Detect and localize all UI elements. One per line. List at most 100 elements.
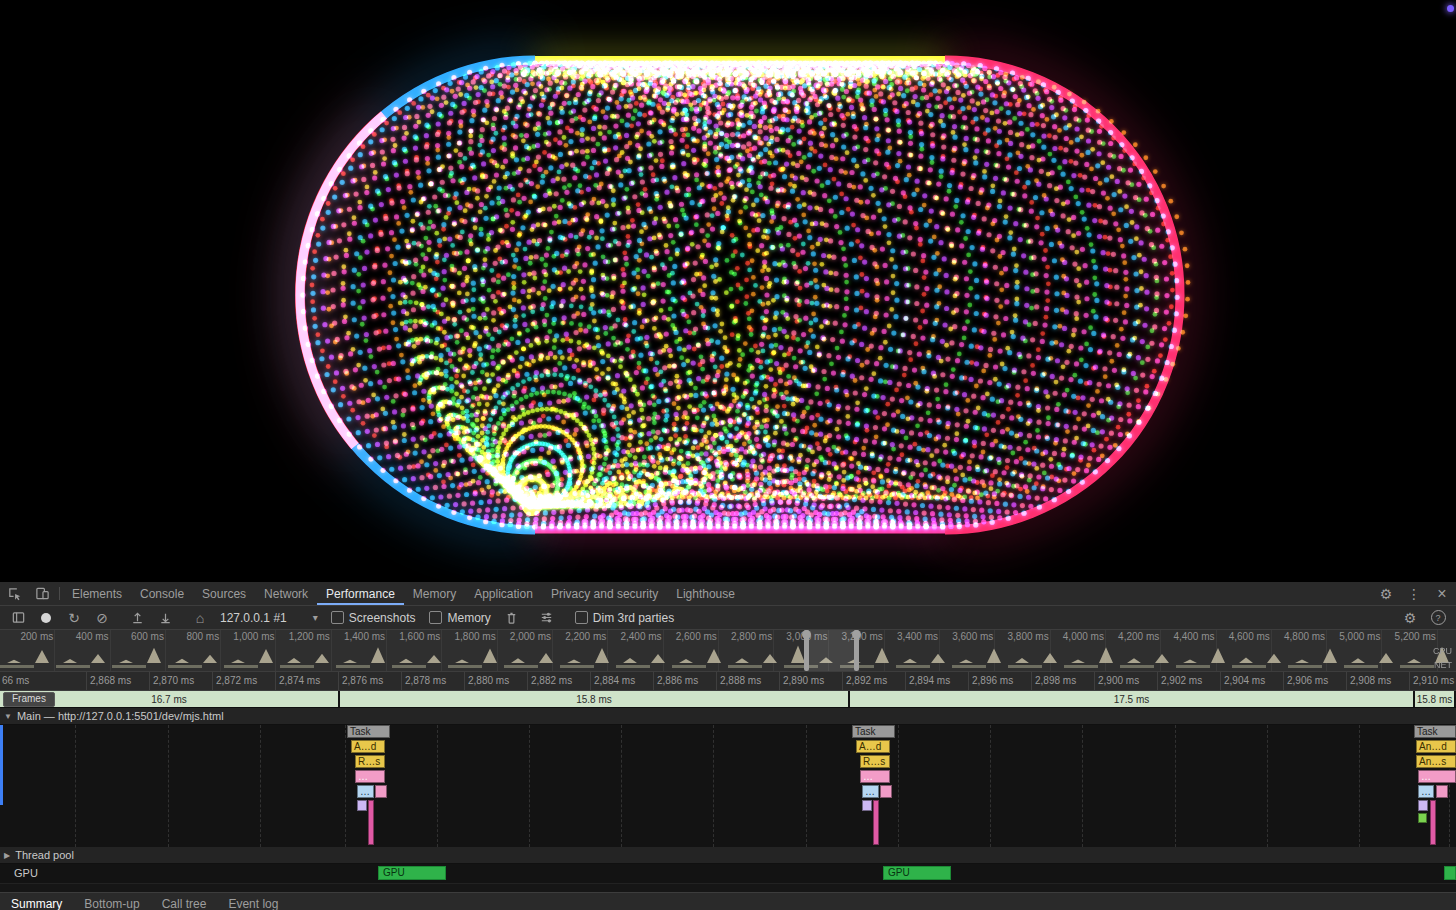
flame-task-block[interactable]: … bbox=[355, 770, 385, 783]
tab-event-log[interactable]: Event log bbox=[217, 893, 289, 910]
flame-task-block[interactable] bbox=[1436, 785, 1448, 798]
overview-tick-label: 3,800 ms bbox=[995, 630, 1050, 643]
main-flame-chart[interactable]: Task A…d R…s … … Task A…d R…s … … Task An…d An…s … … bbox=[0, 725, 1456, 847]
flame-task-block[interactable]: Task bbox=[852, 725, 895, 738]
tab-label: Event log bbox=[228, 897, 278, 910]
overview-selection-window[interactable] bbox=[806, 630, 857, 671]
throttling-settings-button[interactable] bbox=[533, 610, 561, 625]
flame-task-block[interactable] bbox=[880, 785, 892, 798]
flame-task-block[interactable]: R…s bbox=[355, 755, 385, 768]
flame-task-block[interactable]: Task bbox=[347, 725, 390, 738]
tab-sources[interactable]: Sources bbox=[193, 582, 255, 605]
frames-track-label[interactable]: Frames bbox=[3, 692, 55, 707]
flame-task-block[interactable]: … bbox=[1418, 770, 1456, 783]
checkbox-box-icon bbox=[429, 611, 442, 624]
overview-tick-label: 4,200 ms bbox=[1106, 630, 1161, 643]
recording-indicator-dot bbox=[1447, 5, 1454, 12]
tab-privacy-and-security[interactable]: Privacy and security bbox=[542, 582, 667, 605]
overview-tick-label: 5,000 ms bbox=[1327, 630, 1382, 643]
tab-call-tree[interactable]: Call tree bbox=[151, 893, 218, 910]
load-profile-button[interactable] bbox=[123, 610, 151, 625]
network-activity-strip bbox=[0, 665, 1456, 668]
tab-bottom-up[interactable]: Bottom-up bbox=[73, 893, 150, 910]
flame-task-block[interactable]: A…d bbox=[351, 740, 385, 753]
flame-task-block[interactable] bbox=[357, 800, 367, 811]
help-button[interactable]: ? bbox=[1424, 610, 1452, 625]
ruler-tick-label: 2,868 ms bbox=[86, 672, 149, 690]
flame-task-block[interactable]: … bbox=[1418, 785, 1434, 798]
frame-boundary-line bbox=[713, 725, 714, 847]
expand-triangle-icon: ▶ bbox=[4, 851, 10, 860]
save-profile-button[interactable] bbox=[151, 610, 179, 625]
frame-boundary-line bbox=[168, 725, 169, 847]
overview-tick-label: 1,200 ms bbox=[276, 630, 331, 643]
selection-handle-right[interactable] bbox=[854, 630, 859, 671]
flame-task-block[interactable]: … bbox=[357, 785, 374, 798]
flame-task-block[interactable] bbox=[1430, 800, 1436, 845]
thread-pool-track-header[interactable]: ▶ Thread pool bbox=[0, 847, 1456, 864]
reload-and-record-button[interactable]: ↻ bbox=[60, 611, 88, 625]
tab-console[interactable]: Console bbox=[131, 582, 193, 605]
gear-icon: ⚙ bbox=[1404, 611, 1417, 625]
live-metrics-button[interactable]: ⌂ bbox=[186, 611, 214, 625]
tab-application[interactable]: Application bbox=[465, 582, 542, 605]
clear-recording-button[interactable]: ⊘ bbox=[88, 611, 116, 625]
gpu-activity-block[interactable]: GPU bbox=[883, 866, 951, 880]
flame-task-block[interactable]: An…d bbox=[1416, 740, 1456, 753]
cpu-row-label: CPU bbox=[1433, 646, 1452, 656]
timeline-overview[interactable]: 200 ms400 ms600 ms800 ms1,000 ms1,200 ms… bbox=[0, 630, 1456, 672]
devtools-settings-button[interactable]: ⚙ bbox=[1372, 582, 1400, 605]
screenshots-checkbox[interactable]: Screenshots bbox=[331, 611, 416, 625]
tab-performance[interactable]: Performance bbox=[317, 582, 404, 605]
capture-settings-button[interactable]: ⚙ bbox=[1396, 611, 1424, 625]
inspect-element-button[interactable] bbox=[0, 582, 28, 605]
flame-task-block[interactable] bbox=[873, 800, 879, 845]
overview-tick-label: 200 ms bbox=[0, 630, 55, 643]
devtools-menu-button[interactable]: ⋮ bbox=[1400, 582, 1428, 605]
overview-tick-label: 4,400 ms bbox=[1161, 630, 1216, 643]
flame-task-block[interactable] bbox=[862, 800, 872, 811]
device-toolbar-icon bbox=[35, 586, 50, 601]
tab-summary[interactable]: Summary bbox=[0, 893, 73, 910]
overview-tick-label: 1,800 ms bbox=[442, 630, 497, 643]
track-focus-indicator bbox=[0, 725, 3, 805]
ruler-tick-label: 2,890 ms bbox=[779, 672, 842, 690]
tab-label: Lighthouse bbox=[676, 587, 735, 601]
frame-segment[interactable]: 15.8 ms bbox=[340, 691, 850, 707]
flame-task-block[interactable] bbox=[368, 800, 374, 845]
frame-segment[interactable]: 15.8 ms bbox=[1415, 691, 1456, 707]
flame-task-block[interactable] bbox=[375, 785, 387, 798]
frame-boundary-line bbox=[529, 725, 530, 847]
flame-task-block[interactable]: … bbox=[860, 770, 890, 783]
flame-task-block[interactable] bbox=[1418, 800, 1428, 811]
overview-tick-label: 1,600 ms bbox=[387, 630, 442, 643]
toggle-sidebar-button[interactable] bbox=[4, 610, 32, 625]
collapse-triangle-icon: ▼ bbox=[4, 712, 12, 721]
flame-task-block[interactable]: R…s bbox=[860, 755, 890, 768]
gpu-activity-block[interactable]: GPU bbox=[378, 866, 446, 880]
tab-label: Network bbox=[264, 587, 308, 601]
devtools-close-button[interactable]: × bbox=[1428, 582, 1456, 605]
flame-task-block[interactable]: … bbox=[862, 785, 879, 798]
history-dropdown[interactable]: 127.0.0.1 #1 ▾ bbox=[214, 611, 324, 625]
dim-3rd-parties-label: Dim 3rd parties bbox=[593, 611, 674, 625]
frame-segment[interactable]: 17.5 ms bbox=[850, 691, 1415, 707]
selection-handle-left[interactable] bbox=[804, 630, 809, 671]
visualization-canvas bbox=[0, 0, 1456, 582]
record-button[interactable] bbox=[32, 613, 60, 623]
collect-garbage-button[interactable] bbox=[498, 610, 526, 625]
flame-task-block[interactable]: A…d bbox=[856, 740, 890, 753]
gpu-activity-block[interactable] bbox=[1444, 866, 1456, 880]
tab-label: Sources bbox=[202, 587, 246, 601]
tab-lighthouse[interactable]: Lighthouse bbox=[667, 582, 744, 605]
dim-3rd-parties-checkbox[interactable]: Dim 3rd parties bbox=[575, 611, 674, 625]
tab-memory[interactable]: Memory bbox=[404, 582, 465, 605]
memory-checkbox[interactable]: Memory bbox=[429, 611, 490, 625]
tab-network[interactable]: Network bbox=[255, 582, 317, 605]
flame-task-block[interactable] bbox=[1418, 813, 1427, 823]
flame-task-block[interactable]: Task bbox=[1414, 725, 1456, 738]
flame-task-block[interactable]: An…s bbox=[1416, 755, 1456, 768]
tab-elements[interactable]: Elements bbox=[63, 582, 131, 605]
main-track-header[interactable]: ▼ Main — http://127.0.0.1:5501/dev/mjs.h… bbox=[0, 708, 1456, 725]
device-toolbar-button[interactable] bbox=[28, 582, 56, 605]
